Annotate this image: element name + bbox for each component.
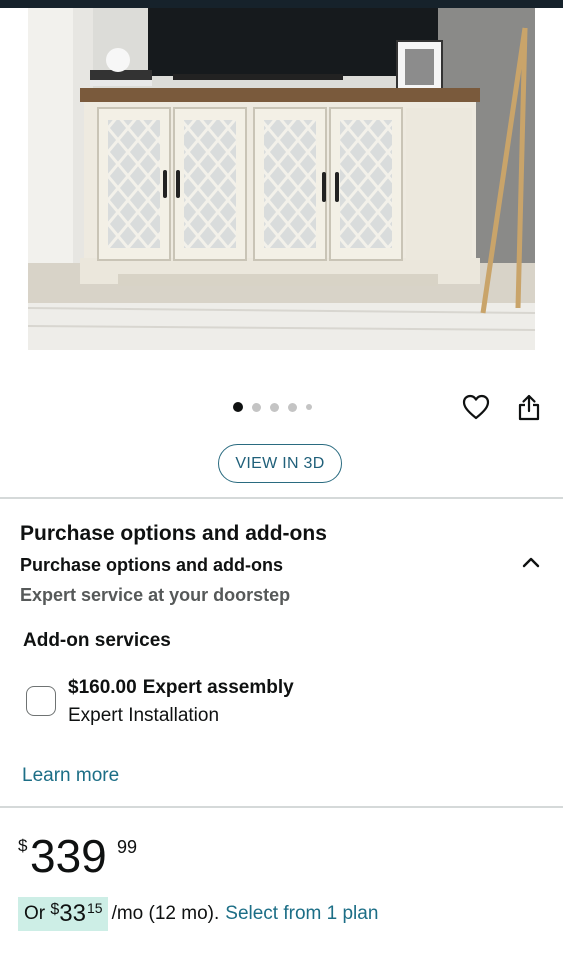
collapse-button[interactable] (519, 552, 543, 572)
learn-more-link[interactable]: Learn more (22, 765, 119, 787)
carousel-dot-5[interactable] (306, 404, 312, 410)
addon-title-line[interactable]: $160.00 Expert assembly (68, 677, 300, 699)
monthly-term: /mo (12 mo). (111, 903, 220, 924)
section-divider (0, 497, 563, 499)
carousel-dot-2[interactable] (252, 402, 261, 412)
view-in-3d-button[interactable]: VIEW IN 3D (218, 444, 342, 483)
tv-stand-illustration (28, 8, 535, 350)
price-whole: 339 (30, 830, 107, 882)
share-button[interactable] (514, 392, 544, 422)
share-icon (518, 394, 540, 421)
monthly-currency: $ (50, 901, 60, 918)
addon-name: Expert assembly (142, 677, 294, 698)
addon-services-heading: Add-on services (23, 630, 171, 651)
price-currency: $ (18, 836, 28, 855)
carousel-dot-1[interactable] (233, 402, 243, 412)
purchase-options-title: Purchase options and add-ons (20, 522, 327, 545)
product-image[interactable] (28, 8, 535, 350)
addon-price: $160.00 (68, 677, 137, 698)
monthly-price-highlight: Or $33 15 (18, 897, 108, 931)
monthly-fraction: 15 (87, 900, 103, 916)
monthly-whole: 33 (59, 900, 86, 927)
section-divider (0, 806, 563, 808)
chevron-up-icon (522, 557, 540, 568)
price-fraction: 99 (117, 837, 138, 857)
wishlist-button[interactable] (461, 392, 491, 422)
addon-detail: Expert Installation (68, 705, 220, 726)
monthly-payment-row: Or $33 15 /mo (12 mo). Select from 1 plan (18, 897, 378, 931)
top-status-bar (0, 0, 563, 8)
expert-assembly-checkbox[interactable] (26, 686, 56, 716)
carousel-dot-3[interactable] (270, 402, 279, 412)
purchase-options-subtitle[interactable]: Purchase options and add-ons (20, 555, 283, 576)
monthly-prefix: Or (24, 903, 46, 924)
heart-icon (462, 394, 490, 420)
image-carousel-dots[interactable] (233, 401, 312, 413)
carousel-dot-4[interactable] (288, 402, 297, 412)
purchase-options-description: Expert service at your doorstep (20, 585, 291, 605)
select-plan-link[interactable]: Select from 1 plan (225, 903, 378, 925)
